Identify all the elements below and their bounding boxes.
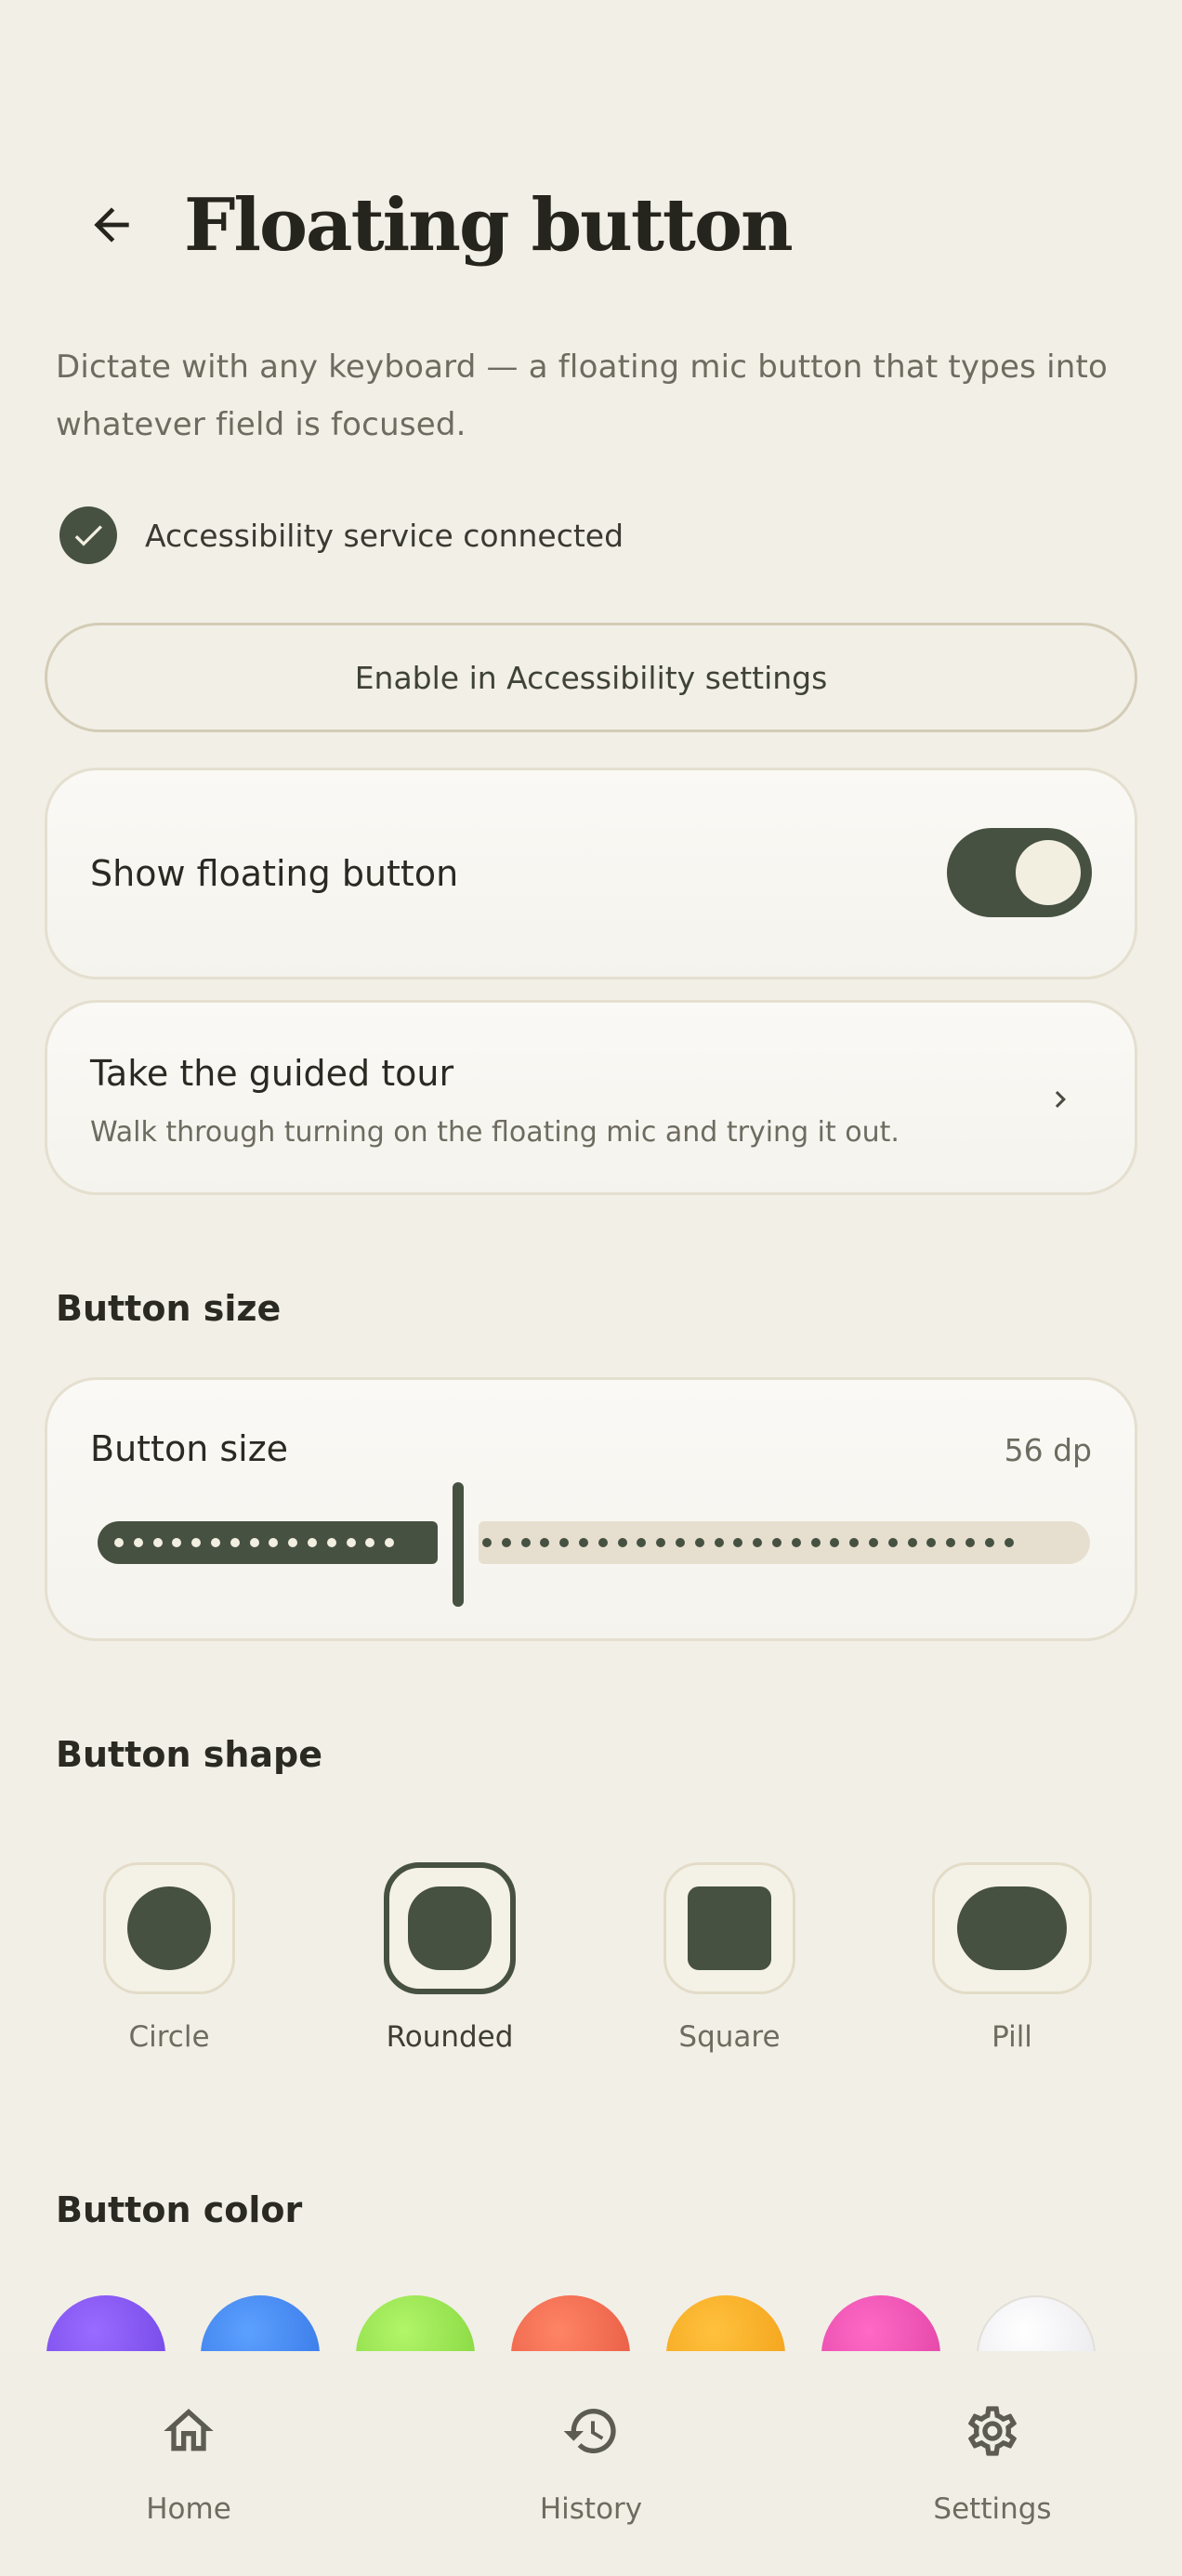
guided-tour-subtitle: Walk through turning on the floating mic… [90, 1116, 900, 1149]
floating-button-settings-screen: Floating button Dictate with any keyboar… [0, 0, 1182, 2576]
bottom-navigation: Home History Settings [0, 2351, 1182, 2576]
nav-item-home[interactable]: Home [77, 2351, 300, 2576]
show-floating-button-card[interactable]: Show floating button [45, 768, 1137, 979]
page-title: Floating button [184, 183, 794, 268]
color-swatch-orange[interactable] [666, 2295, 785, 2351]
shape-label: Pill [992, 2020, 1032, 2054]
chevron-right-icon [1055, 1091, 1066, 1108]
button-size-label: Button size [90, 1428, 289, 1469]
shape-option-pill[interactable]: Pill [932, 1862, 1092, 2054]
button-shape-section-title: Button shape [56, 1734, 323, 1775]
nav-item-settings[interactable]: Settings [881, 2351, 1104, 2576]
shape-option-box [103, 1862, 235, 1994]
slider-tick-marks [482, 1521, 1014, 1564]
button-color-section-title: Button color [56, 2189, 303, 2230]
status-text: Accessibility service connected [145, 517, 624, 554]
guided-tour-card[interactable]: Take the guided tour Walk through turnin… [45, 1000, 1137, 1195]
shape-option-square[interactable]: Square [663, 1862, 795, 2054]
nav-item-history[interactable]: History [479, 2351, 703, 2576]
slider-tick-marks [114, 1521, 395, 1564]
rounded-shape-icon [408, 1886, 492, 1970]
color-swatch-row [0, 2295, 1182, 2351]
color-swatch-blue[interactable] [201, 2295, 320, 2351]
toggle-knob [1016, 840, 1081, 905]
arrow-back-icon [94, 207, 129, 243]
slider-handle[interactable] [453, 1482, 464, 1607]
check-icon [59, 506, 117, 564]
slider-active-track[interactable] [98, 1521, 438, 1564]
shape-option-box [932, 1862, 1092, 1994]
shape-option-box [663, 1862, 795, 1994]
color-swatch-pink[interactable] [821, 2295, 940, 2351]
button-size-section-title: Button size [56, 1288, 282, 1329]
button-size-value: 56 dp [1004, 1432, 1092, 1468]
shape-label: Rounded [386, 2020, 514, 2054]
page-description: Dictate with any keyboard — a floating m… [56, 348, 1108, 443]
nav-label: Settings [933, 2492, 1052, 2526]
show-floating-button-toggle[interactable] [947, 828, 1092, 917]
enable-accessibility-button[interactable]: Enable in Accessibility settings [45, 623, 1137, 732]
slider-inactive-track[interactable] [479, 1521, 1090, 1564]
color-swatch-purple[interactable] [46, 2295, 165, 2351]
color-swatch-white[interactable] [977, 2295, 1096, 2351]
gear-icon [968, 2406, 1017, 2456]
shape-label: Square [678, 2020, 781, 2054]
shape-option-circle[interactable]: Circle [103, 1862, 235, 2054]
button-size-card: Button size 56 dp [45, 1377, 1137, 1641]
home-icon [164, 2409, 214, 2451]
nav-label: Home [146, 2492, 231, 2526]
shape-option-rounded[interactable]: Rounded [384, 1862, 516, 2054]
color-swatch-green[interactable] [356, 2295, 475, 2351]
guided-tour-title: Take the guided tour [90, 1053, 454, 1094]
history-icon [563, 2409, 616, 2453]
pill-shape-icon [957, 1886, 1067, 1970]
accessibility-status: Accessibility service connected [59, 506, 624, 565]
shape-label: Circle [128, 2020, 210, 2054]
square-shape-icon [688, 1886, 771, 1970]
circle-shape-icon [127, 1886, 211, 1970]
show-floating-button-label: Show floating button [90, 853, 459, 894]
nav-label: History [539, 2492, 643, 2526]
back-button[interactable] [78, 191, 145, 258]
color-swatch-red[interactable] [511, 2295, 630, 2351]
shape-option-box [384, 1862, 516, 1994]
